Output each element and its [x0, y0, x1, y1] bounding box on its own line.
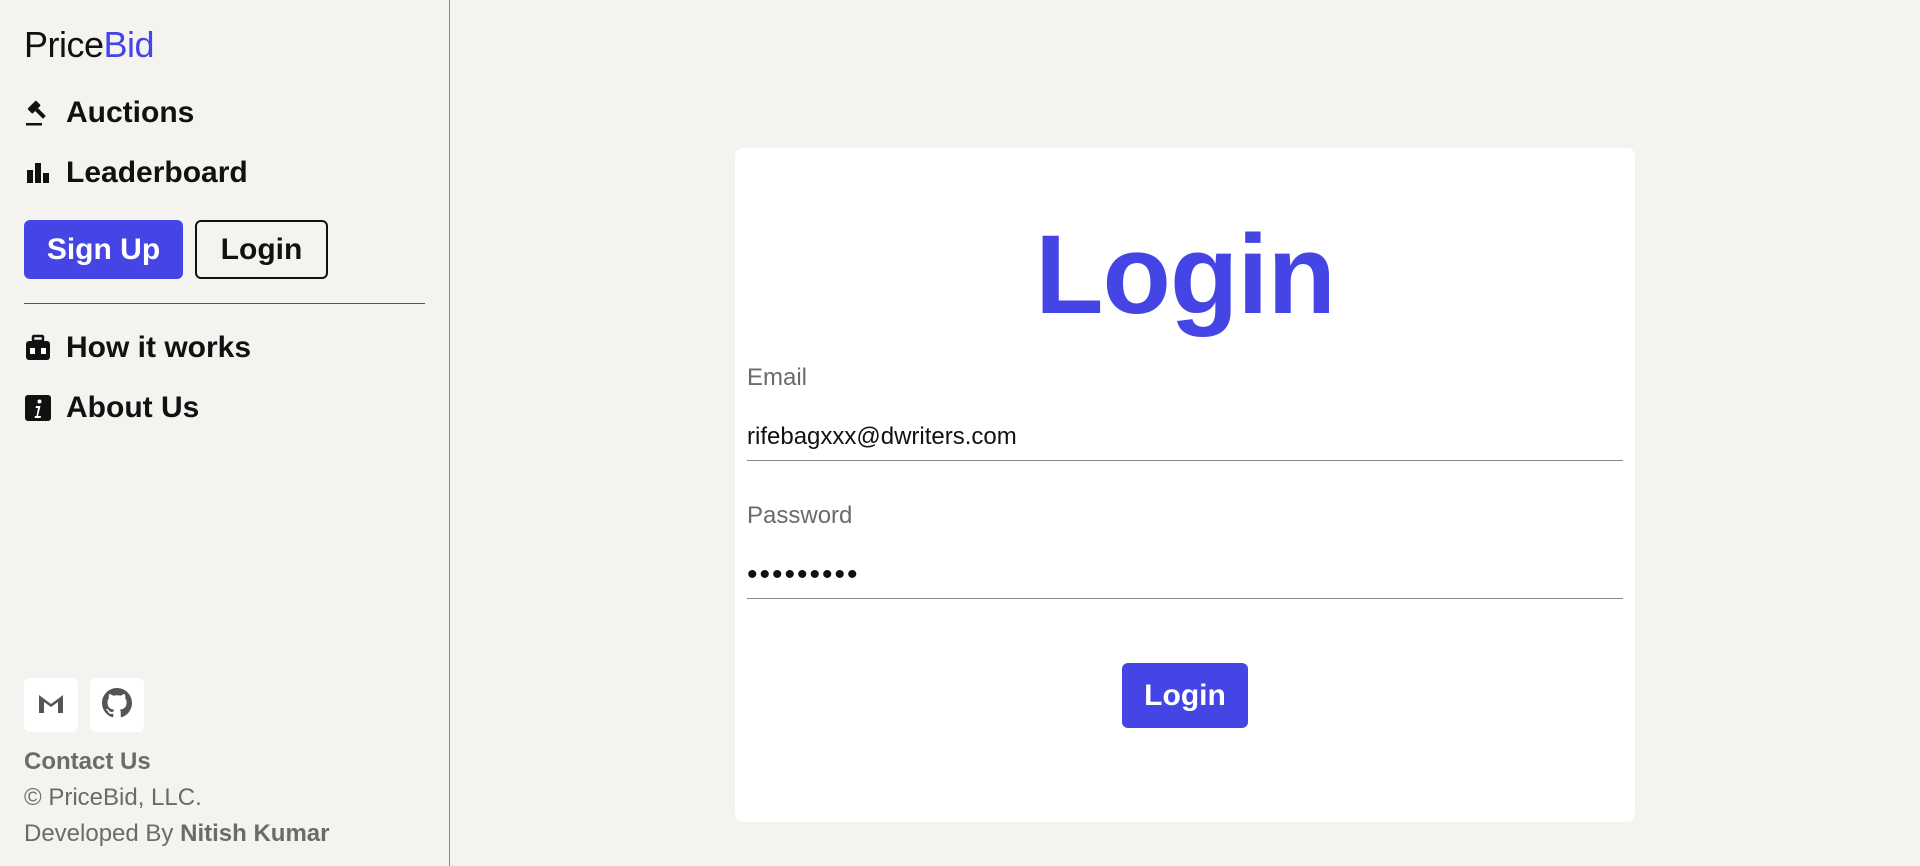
developer-credit: Developed By Nitish Kumar [24, 820, 329, 848]
signup-button[interactable]: Sign Up [24, 220, 183, 279]
nav-label-leaderboard: Leaderboard [66, 156, 248, 189]
password-field[interactable] [747, 551, 1623, 599]
gmail-icon [37, 692, 65, 719]
email-label: Email [747, 364, 808, 391]
nav-label-auctions: Auctions [66, 96, 195, 129]
brand-logo[interactable]: PriceBid [24, 24, 155, 66]
gavel-icon [24, 99, 52, 127]
sidebar-divider [24, 303, 425, 304]
bar-chart-icon [24, 159, 52, 187]
toolbox-icon [24, 334, 52, 362]
page-title: Login [1035, 212, 1336, 337]
nav-label-about-us: About Us [66, 391, 200, 424]
logo-text-price: Price [24, 24, 104, 65]
app-root: PriceBid Auctions Leaderboard Sign Up Lo… [0, 0, 1920, 866]
login-card: Login Email Password Login [735, 148, 1635, 822]
info-icon [24, 394, 52, 422]
nav-item-leaderboard[interactable]: Leaderboard [24, 156, 248, 190]
contact-us-link[interactable]: Contact Us [24, 748, 151, 776]
copyright-text: © PriceBid, LLC. [24, 784, 202, 811]
login-submit-button[interactable]: Login [1122, 663, 1248, 728]
nav-item-auctions[interactable]: Auctions [24, 96, 194, 130]
gmail-link[interactable] [24, 678, 78, 732]
login-nav-button[interactable]: Login [195, 220, 328, 279]
nav-label-how-it-works: How it works [66, 331, 252, 364]
password-label: Password [747, 502, 853, 529]
github-icon [102, 687, 132, 723]
email-field[interactable] [747, 413, 1623, 461]
github-link[interactable] [90, 678, 144, 732]
nav-item-about-us[interactable]: About Us [24, 391, 199, 425]
logo-text-bid: Bid [103, 24, 155, 65]
nav-item-how-it-works[interactable]: How it works [24, 331, 251, 365]
developer-name: Nitish Kumar [180, 820, 330, 847]
sidebar: PriceBid Auctions Leaderboard Sign Up Lo… [0, 0, 450, 866]
developer-prefix: Developed By [24, 820, 174, 847]
